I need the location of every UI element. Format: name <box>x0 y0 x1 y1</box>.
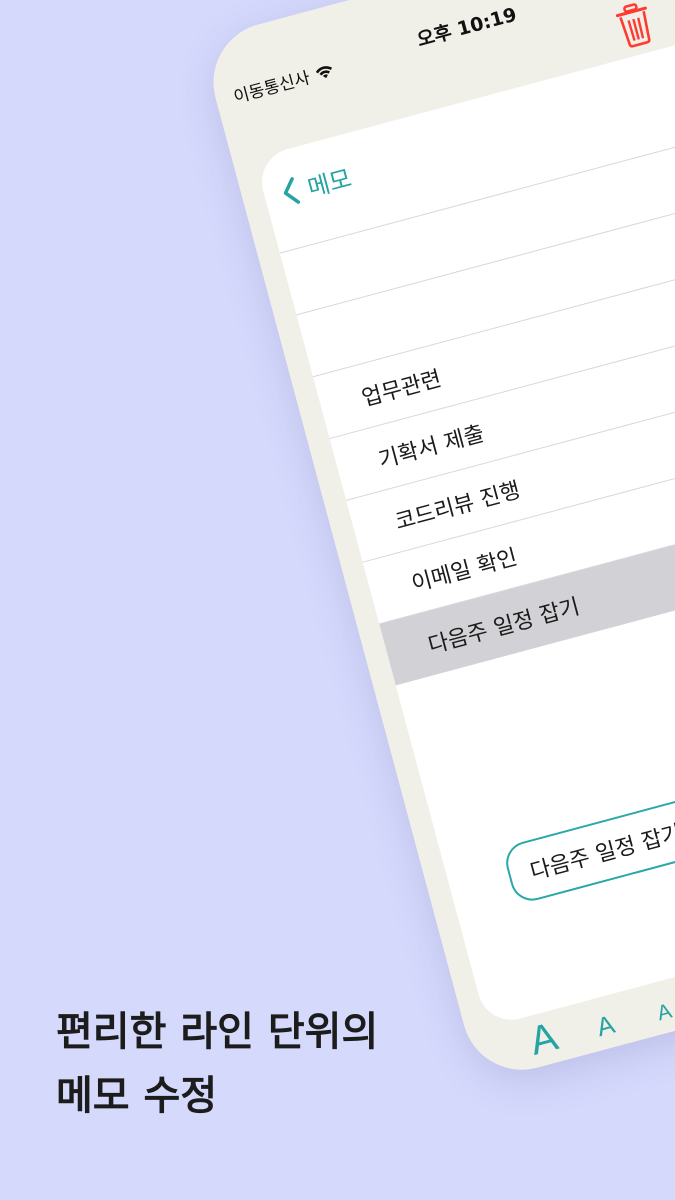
headline-line-2: 메모 수정 <box>56 1073 218 1119</box>
memo-editor-card: 메모 업무관련 기확서 제출 코드리뷰 진행 이메일 확인 다음주 일정 잡기 … <box>254 2 675 1028</box>
font-size-small-button[interactable]: A <box>655 999 675 1026</box>
screenshot-stage: 이동통신사 오후 10:19 메모 업무관련 기확서 제출 코드리뷰 진행 이메… <box>0 0 675 1200</box>
back-label: 메모 <box>304 164 355 203</box>
font-size-large-button[interactable]: A <box>525 1014 562 1064</box>
delete-button[interactable] <box>610 0 660 51</box>
font-size-medium-button[interactable]: A <box>593 1009 618 1043</box>
headline-line-1: 편리한 라인 단위의 <box>56 1009 379 1055</box>
promo-headline: 편리한 라인 단위의 메모 수정 <box>56 1000 378 1128</box>
back-button[interactable]: 메모 <box>278 158 355 210</box>
line-edit-input[interactable]: 다음주 일정 잡기 <box>501 712 675 906</box>
chevron-left-icon <box>283 176 300 204</box>
trash-icon <box>615 3 651 48</box>
line-edit-value: 다음주 일정 잡기 <box>527 820 675 886</box>
phone-mockup: 이동통신사 오후 10:19 메모 업무관련 기확서 제출 코드리뷰 진행 이메… <box>200 0 675 1084</box>
